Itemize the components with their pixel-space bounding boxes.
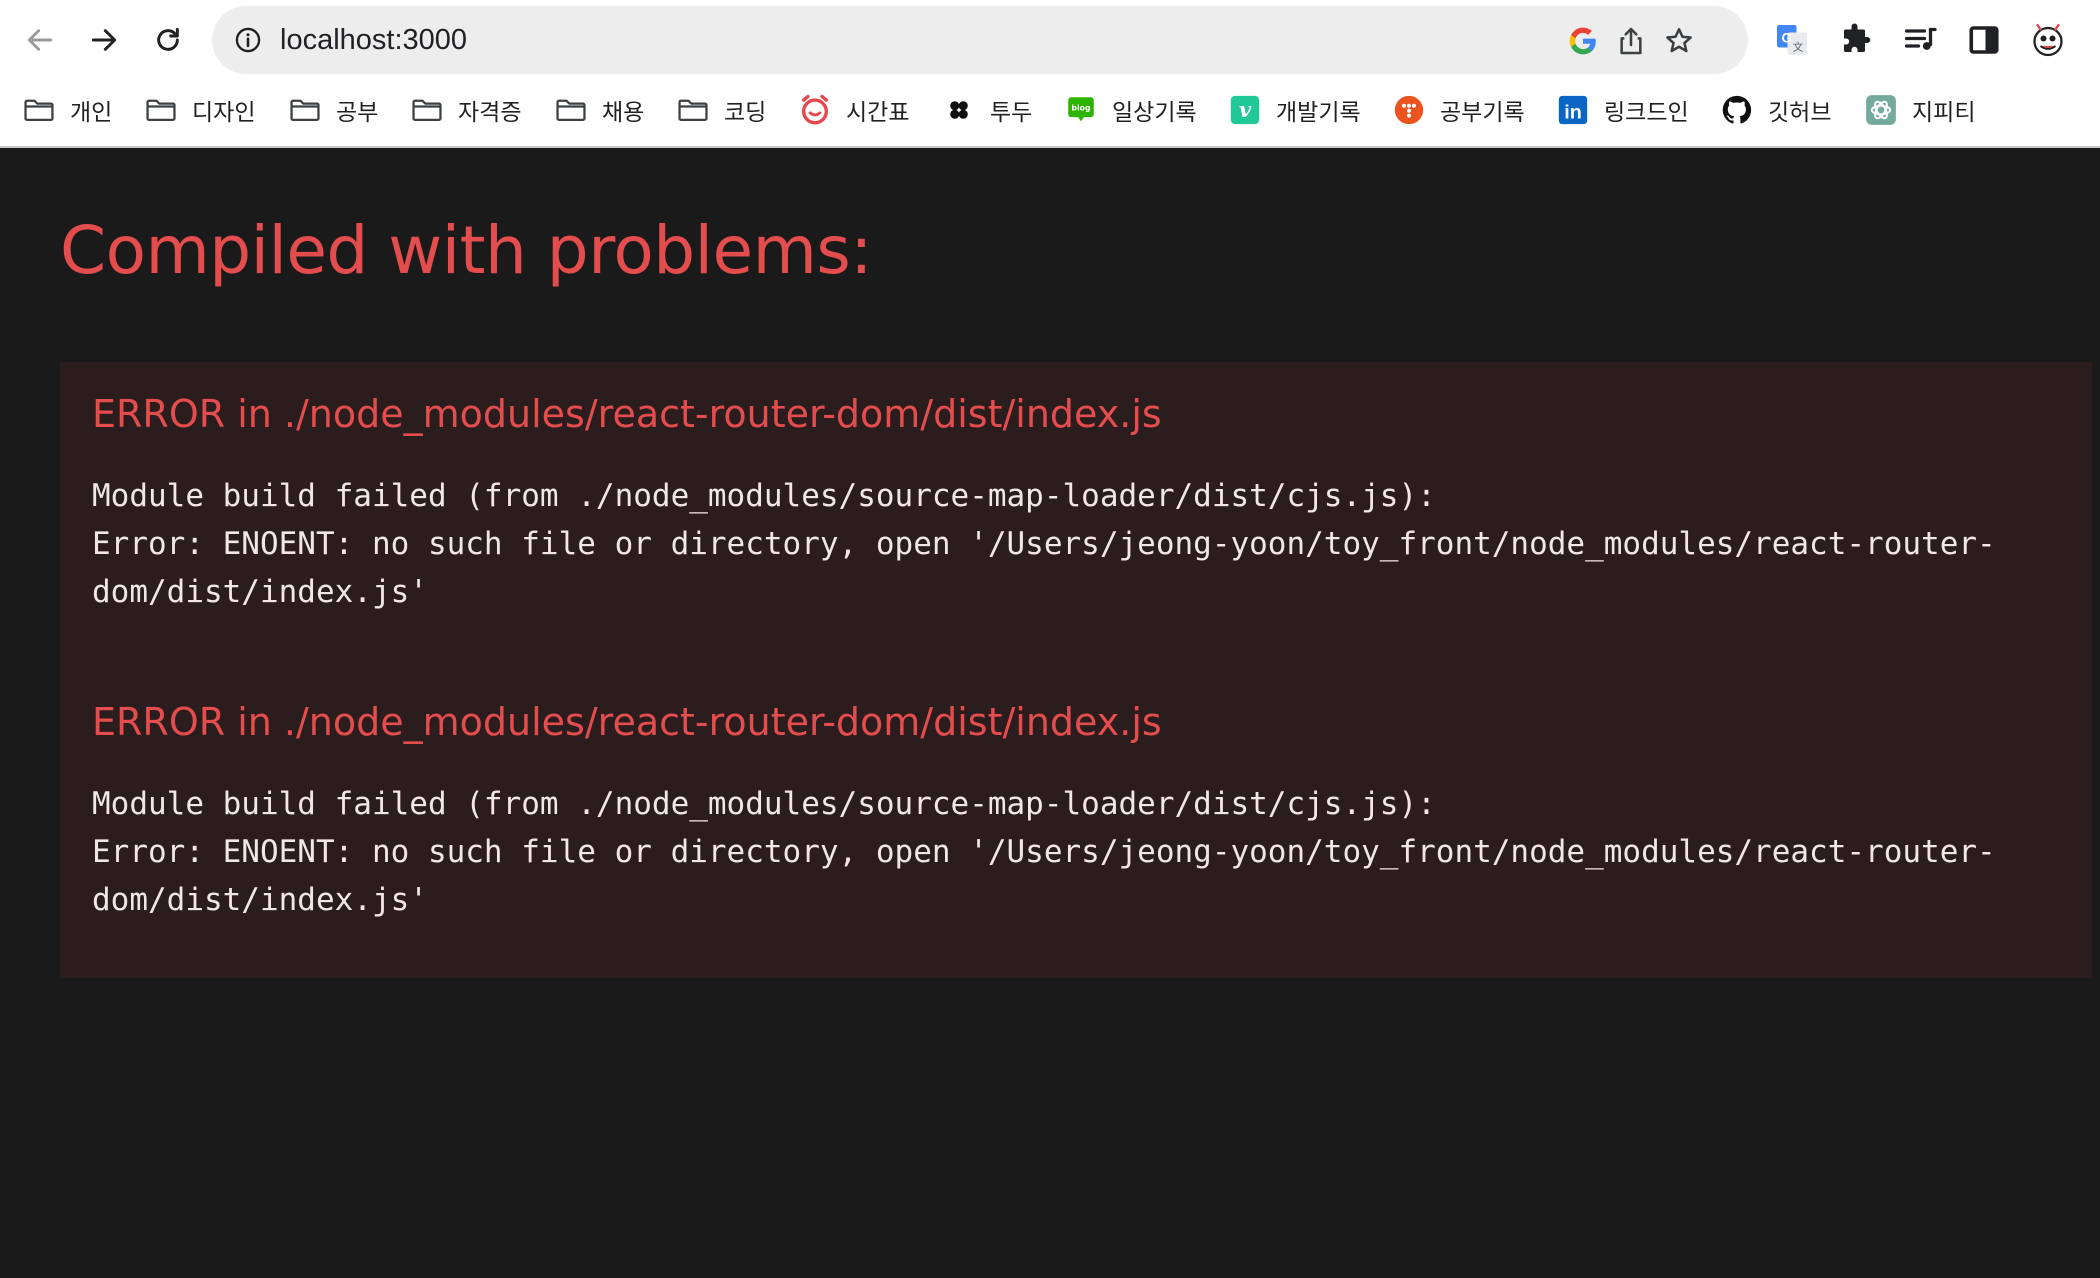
bookmark-folder-coding[interactable]: 코딩 [676, 90, 766, 130]
browser-chrome: localhost:3000 G 文 개인 디자인 공부 자격증 채용 코딩 시… [0, 0, 2100, 148]
arrow-left-icon [27, 29, 53, 51]
bookmark-label: 지피티 [1912, 100, 1976, 126]
svg-text:G: G [1781, 30, 1792, 45]
blog-icon: blog [1064, 93, 1098, 127]
google-translate-icon: G 文 [1777, 25, 1807, 55]
back-button[interactable] [16, 16, 64, 64]
bookmark-github[interactable]: 깃허브 [1720, 90, 1831, 130]
queue-music-icon [1904, 27, 1937, 50]
velog-icon: v [1228, 93, 1262, 127]
bookmark-label: 시간표 [846, 100, 910, 126]
bookmark-chatgpt[interactable]: 지피티 [1864, 90, 1975, 130]
error-message-line: Error: ENOENT: no such file or directory… [92, 526, 1996, 562]
folder-icon [410, 93, 444, 127]
error-message-line: dom/dist/index.js' [92, 574, 428, 610]
bookmark-folder-certificate[interactable]: 자격증 [410, 90, 521, 130]
side-panel-icon [1969, 26, 1999, 54]
error-message-line: dom/dist/index.js' [92, 882, 428, 918]
arrow-right-icon [91, 29, 117, 51]
bookmark-label: 채용 [602, 100, 645, 126]
folder-icon [676, 93, 710, 127]
google-lens-button[interactable] [1566, 24, 1600, 58]
blog-icon-text: blog [1071, 104, 1090, 113]
share-icon [1620, 27, 1642, 55]
velog-icon-text: v [1239, 98, 1252, 123]
browser-toolbar: localhost:3000 G 文 [0, 0, 2100, 80]
google-translate-extension[interactable]: G 文 [1772, 20, 1812, 60]
svg-text:文: 文 [1793, 41, 1804, 54]
folder-icon [22, 93, 56, 127]
profile-avatar-button[interactable] [2028, 20, 2068, 60]
bookmark-label: 일상기록 [1112, 100, 1197, 126]
bookmark-label: 개발기록 [1276, 100, 1361, 126]
folder-icon [554, 93, 588, 127]
bookmark-label: 깃허브 [1768, 100, 1832, 126]
url-text[interactable]: localhost:3000 [280, 24, 467, 57]
bookmark-dev-blog[interactable]: v 개발기록 [1228, 90, 1361, 130]
tistory-icon [1392, 93, 1426, 127]
github-icon [1720, 93, 1754, 127]
puzzle-icon [1844, 23, 1871, 52]
bookmark-label: 공부기록 [1440, 100, 1525, 126]
google-icon [1569, 27, 1596, 55]
reload-icon [157, 27, 179, 51]
extensions-button[interactable] [1836, 20, 1876, 60]
bookmark-timetable[interactable]: 시간표 [798, 90, 909, 130]
todo-icon [942, 93, 976, 127]
star-icon [1666, 28, 1692, 53]
forward-button[interactable] [80, 16, 128, 64]
bookmark-todo[interactable]: 투두 [942, 90, 1032, 130]
bookmark-folder-study[interactable]: 공부 [288, 90, 378, 130]
folder-icon [288, 93, 322, 127]
side-panel-button[interactable] [1964, 20, 2004, 60]
bookmark-label: 개인 [70, 100, 113, 126]
alarm-clock-icon [798, 93, 832, 127]
error-overlay-page: Compiled with problems: ERROR in ./node_… [0, 150, 2100, 1278]
bookmark-star-button[interactable] [1662, 24, 1696, 58]
bookmark-daily-blog[interactable]: blog 일상기록 [1064, 90, 1197, 130]
bookmark-folder-recruit[interactable]: 채용 [554, 90, 644, 130]
error-message-line: Error: ENOENT: no such file or directory… [92, 834, 1996, 870]
bookmark-label: 링크드인 [1604, 100, 1689, 126]
error-heading: ERROR in ./node_modules/react-router-dom… [92, 700, 1162, 744]
chatgpt-icon [1864, 93, 1898, 127]
error-heading: ERROR in ./node_modules/react-router-dom… [92, 392, 1162, 436]
bookmark-label: 자격증 [458, 100, 522, 126]
bookmark-linkedin[interactable]: in 링크드인 [1556, 90, 1689, 130]
bookmark-label: 디자인 [192, 100, 256, 126]
error-message-line: Module build failed (from ./node_modules… [92, 786, 1436, 822]
error-message-line: Module build failed (from ./node_modules… [92, 478, 1436, 514]
bookmark-folder-design[interactable]: 디자인 [144, 90, 255, 130]
bookmark-label: 투두 [990, 100, 1033, 126]
linkedin-icon-text: in [1564, 102, 1582, 124]
bookmark-label: 공부 [336, 100, 379, 126]
bookmark-label: 코딩 [724, 100, 767, 126]
address-bar[interactable]: localhost:3000 [212, 6, 1748, 74]
info-icon[interactable] [234, 26, 262, 54]
bookmark-study-blog[interactable]: 공부기록 [1392, 90, 1525, 130]
bookmarks-bar: 개인 디자인 공부 자격증 채용 코딩 시간표 투두 blog 일상기록 v 개… [0, 86, 2100, 134]
share-button[interactable] [1614, 24, 1648, 58]
folder-icon [144, 93, 178, 127]
profile-avatar-icon [2033, 23, 2063, 57]
media-control-button[interactable] [1900, 20, 1940, 60]
linkedin-icon: in [1556, 93, 1590, 127]
bookmark-folder-personal[interactable]: 개인 [22, 90, 112, 130]
error-panel: ERROR in ./node_modules/react-router-dom… [60, 362, 2092, 978]
page-title: Compiled with problems: [60, 212, 873, 289]
reload-button[interactable] [144, 16, 192, 64]
